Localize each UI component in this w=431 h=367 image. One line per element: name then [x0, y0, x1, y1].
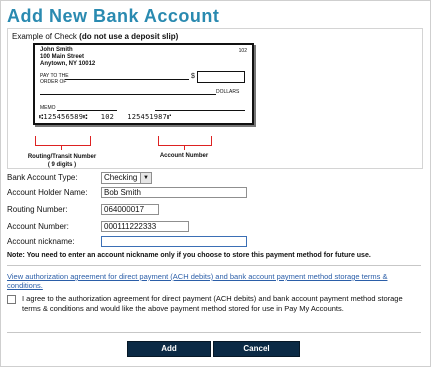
account-bracket [158, 136, 212, 146]
routing-number-label: Routing Number: [7, 205, 68, 214]
check-example-panel: Example of Check (do not use a deposit s… [7, 28, 423, 169]
check-signature-line [155, 110, 245, 111]
check-holder-name: John Smith [40, 47, 73, 53]
cancel-button[interactable]: Cancel [213, 341, 300, 357]
routing-bracket [35, 136, 91, 146]
check-dollar-sign: $ [191, 73, 195, 80]
chevron-down-icon[interactable]: ▼ [140, 173, 151, 183]
check-number: 102 [238, 48, 247, 54]
check-holder-street: 100 Main Street [40, 54, 85, 60]
routing-number-input[interactable] [101, 204, 159, 215]
divider-top [7, 265, 421, 266]
nickname-note: Note: You need to enter an account nickn… [7, 252, 371, 259]
caption-prefix: Example of Check [12, 32, 77, 41]
divider-bottom [7, 332, 421, 333]
agree-text: I agree to the authorization agreement f… [22, 294, 403, 313]
routing-number-caption: Routing/Transit Number ( 9 digits ) [27, 154, 97, 168]
micr-check-number: 102 [100, 113, 115, 121]
check-holder-address: John Smith 100 Main Street Anytown, NY 1… [40, 47, 95, 68]
routing-bracket-tick [61, 145, 62, 150]
account-type-value: Checking [104, 173, 138, 182]
account-type-label: Bank Account Type: [7, 173, 78, 182]
micr-routing: ⑆125456589⑆ [39, 113, 88, 121]
holder-name-label: Account Holder Name: [7, 188, 88, 197]
check-memo-label: MEMO [40, 105, 56, 111]
check-dollars-label: DOLLARS [216, 89, 240, 95]
account-number-input[interactable] [101, 221, 189, 232]
check-payee-line [65, 79, 189, 80]
page-title: Add New Bank Account [7, 6, 220, 26]
check-amount-line [40, 94, 216, 95]
holder-name-input[interactable] [101, 187, 247, 198]
account-bracket-tick [184, 145, 185, 150]
add-button[interactable]: Add [127, 341, 211, 357]
check-amount-box [197, 71, 245, 83]
agree-checkbox[interactable] [7, 295, 16, 304]
check-micr-line: ⑆125456589⑆ 102 125451987⑈ [39, 113, 171, 121]
caption-bold: (do not use a deposit slip) [79, 32, 179, 41]
sample-check-image: John Smith 100 Main Street Anytown, NY 1… [33, 43, 254, 125]
account-number-label: Account Number: [7, 222, 69, 231]
check-memo-line [57, 110, 117, 111]
nickname-input[interactable] [101, 236, 247, 247]
check-holder-city: Anytown, NY 10012 [40, 61, 96, 67]
account-type-select[interactable]: Checking ▼ [101, 172, 152, 184]
account-number-caption: Account Number [159, 153, 209, 159]
check-example-caption: Example of Check (do not use a deposit s… [12, 32, 178, 41]
authorization-agreement-link[interactable]: View authorization agreement for direct … [7, 272, 421, 290]
nickname-label: Account nickname: [7, 237, 75, 246]
micr-account: 125451987⑈ [127, 113, 172, 121]
